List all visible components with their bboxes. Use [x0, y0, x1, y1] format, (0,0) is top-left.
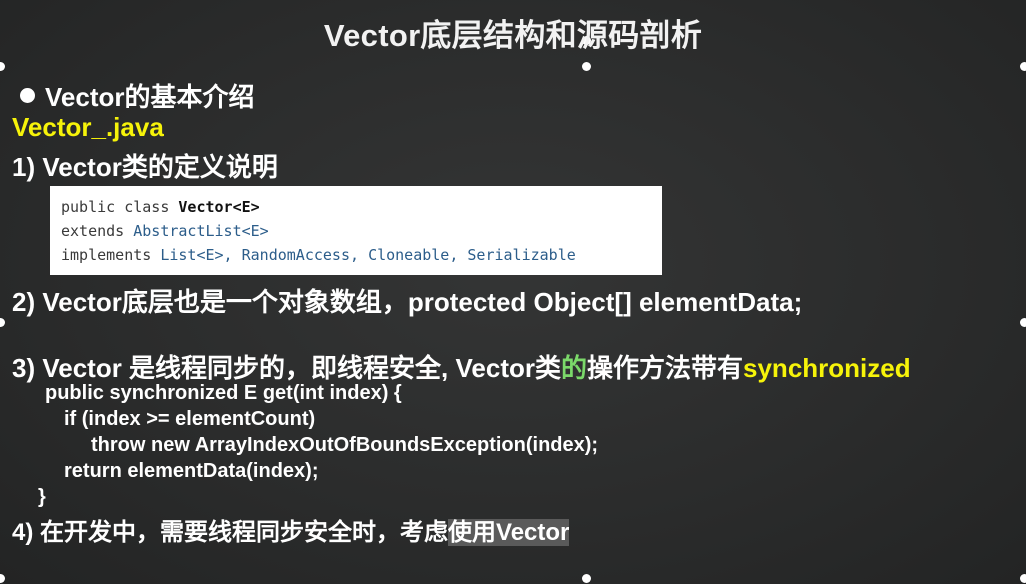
selection-handle-top-left[interactable]: [0, 62, 5, 71]
code-line-3: implements List<E>, RandomAccess, Clonea…: [61, 246, 576, 264]
selection-handle-middle-left[interactable]: [0, 318, 5, 327]
selection-handle-bottom-left[interactable]: [0, 574, 5, 583]
selection-handle-top-right[interactable]: [1020, 62, 1026, 71]
filename-label: Vector_.java: [12, 112, 164, 142]
source-line-5: }: [38, 486, 46, 508]
selection-handle-top-center-2[interactable]: [582, 62, 591, 71]
class-definition-code: public class Vector<E> extends AbstractL…: [50, 186, 662, 275]
highlighted-text: 使用Vector: [448, 519, 570, 546]
selection-handle-bottom-right[interactable]: [1020, 574, 1026, 583]
source-line-1: public synchronized E get(int index) {: [45, 382, 402, 404]
point-2: 2) Vector底层也是一个对象数组，protected Object[] e…: [12, 287, 803, 317]
point-3: 3) Vector 是线程同步的，即线程安全, Vector类的操作方法带有sy…: [12, 353, 911, 383]
selection-handle-middle-right[interactable]: [1020, 318, 1026, 327]
source-line-2: if (index >= elementCount): [64, 408, 316, 430]
slide-title: Vector底层结构和源码剖析: [323, 18, 703, 53]
bullet-dot-icon: [20, 88, 35, 103]
selection-handle-bottom-center[interactable]: [582, 574, 591, 583]
source-line-4: return elementData(index);: [64, 460, 319, 482]
code-line-2: extends AbstractList<E>: [61, 222, 269, 240]
bullet-heading: Vector的基本介绍: [45, 82, 255, 112]
point-1: 1) Vector类的定义说明: [12, 152, 278, 182]
point-4: 4) 在开发中，需要线程同步安全时，考虑使用Vector: [12, 519, 570, 546]
code-line-1: public class Vector<E>: [61, 198, 260, 216]
source-line-3: throw new ArrayIndexOutOfBoundsException…: [91, 434, 599, 456]
